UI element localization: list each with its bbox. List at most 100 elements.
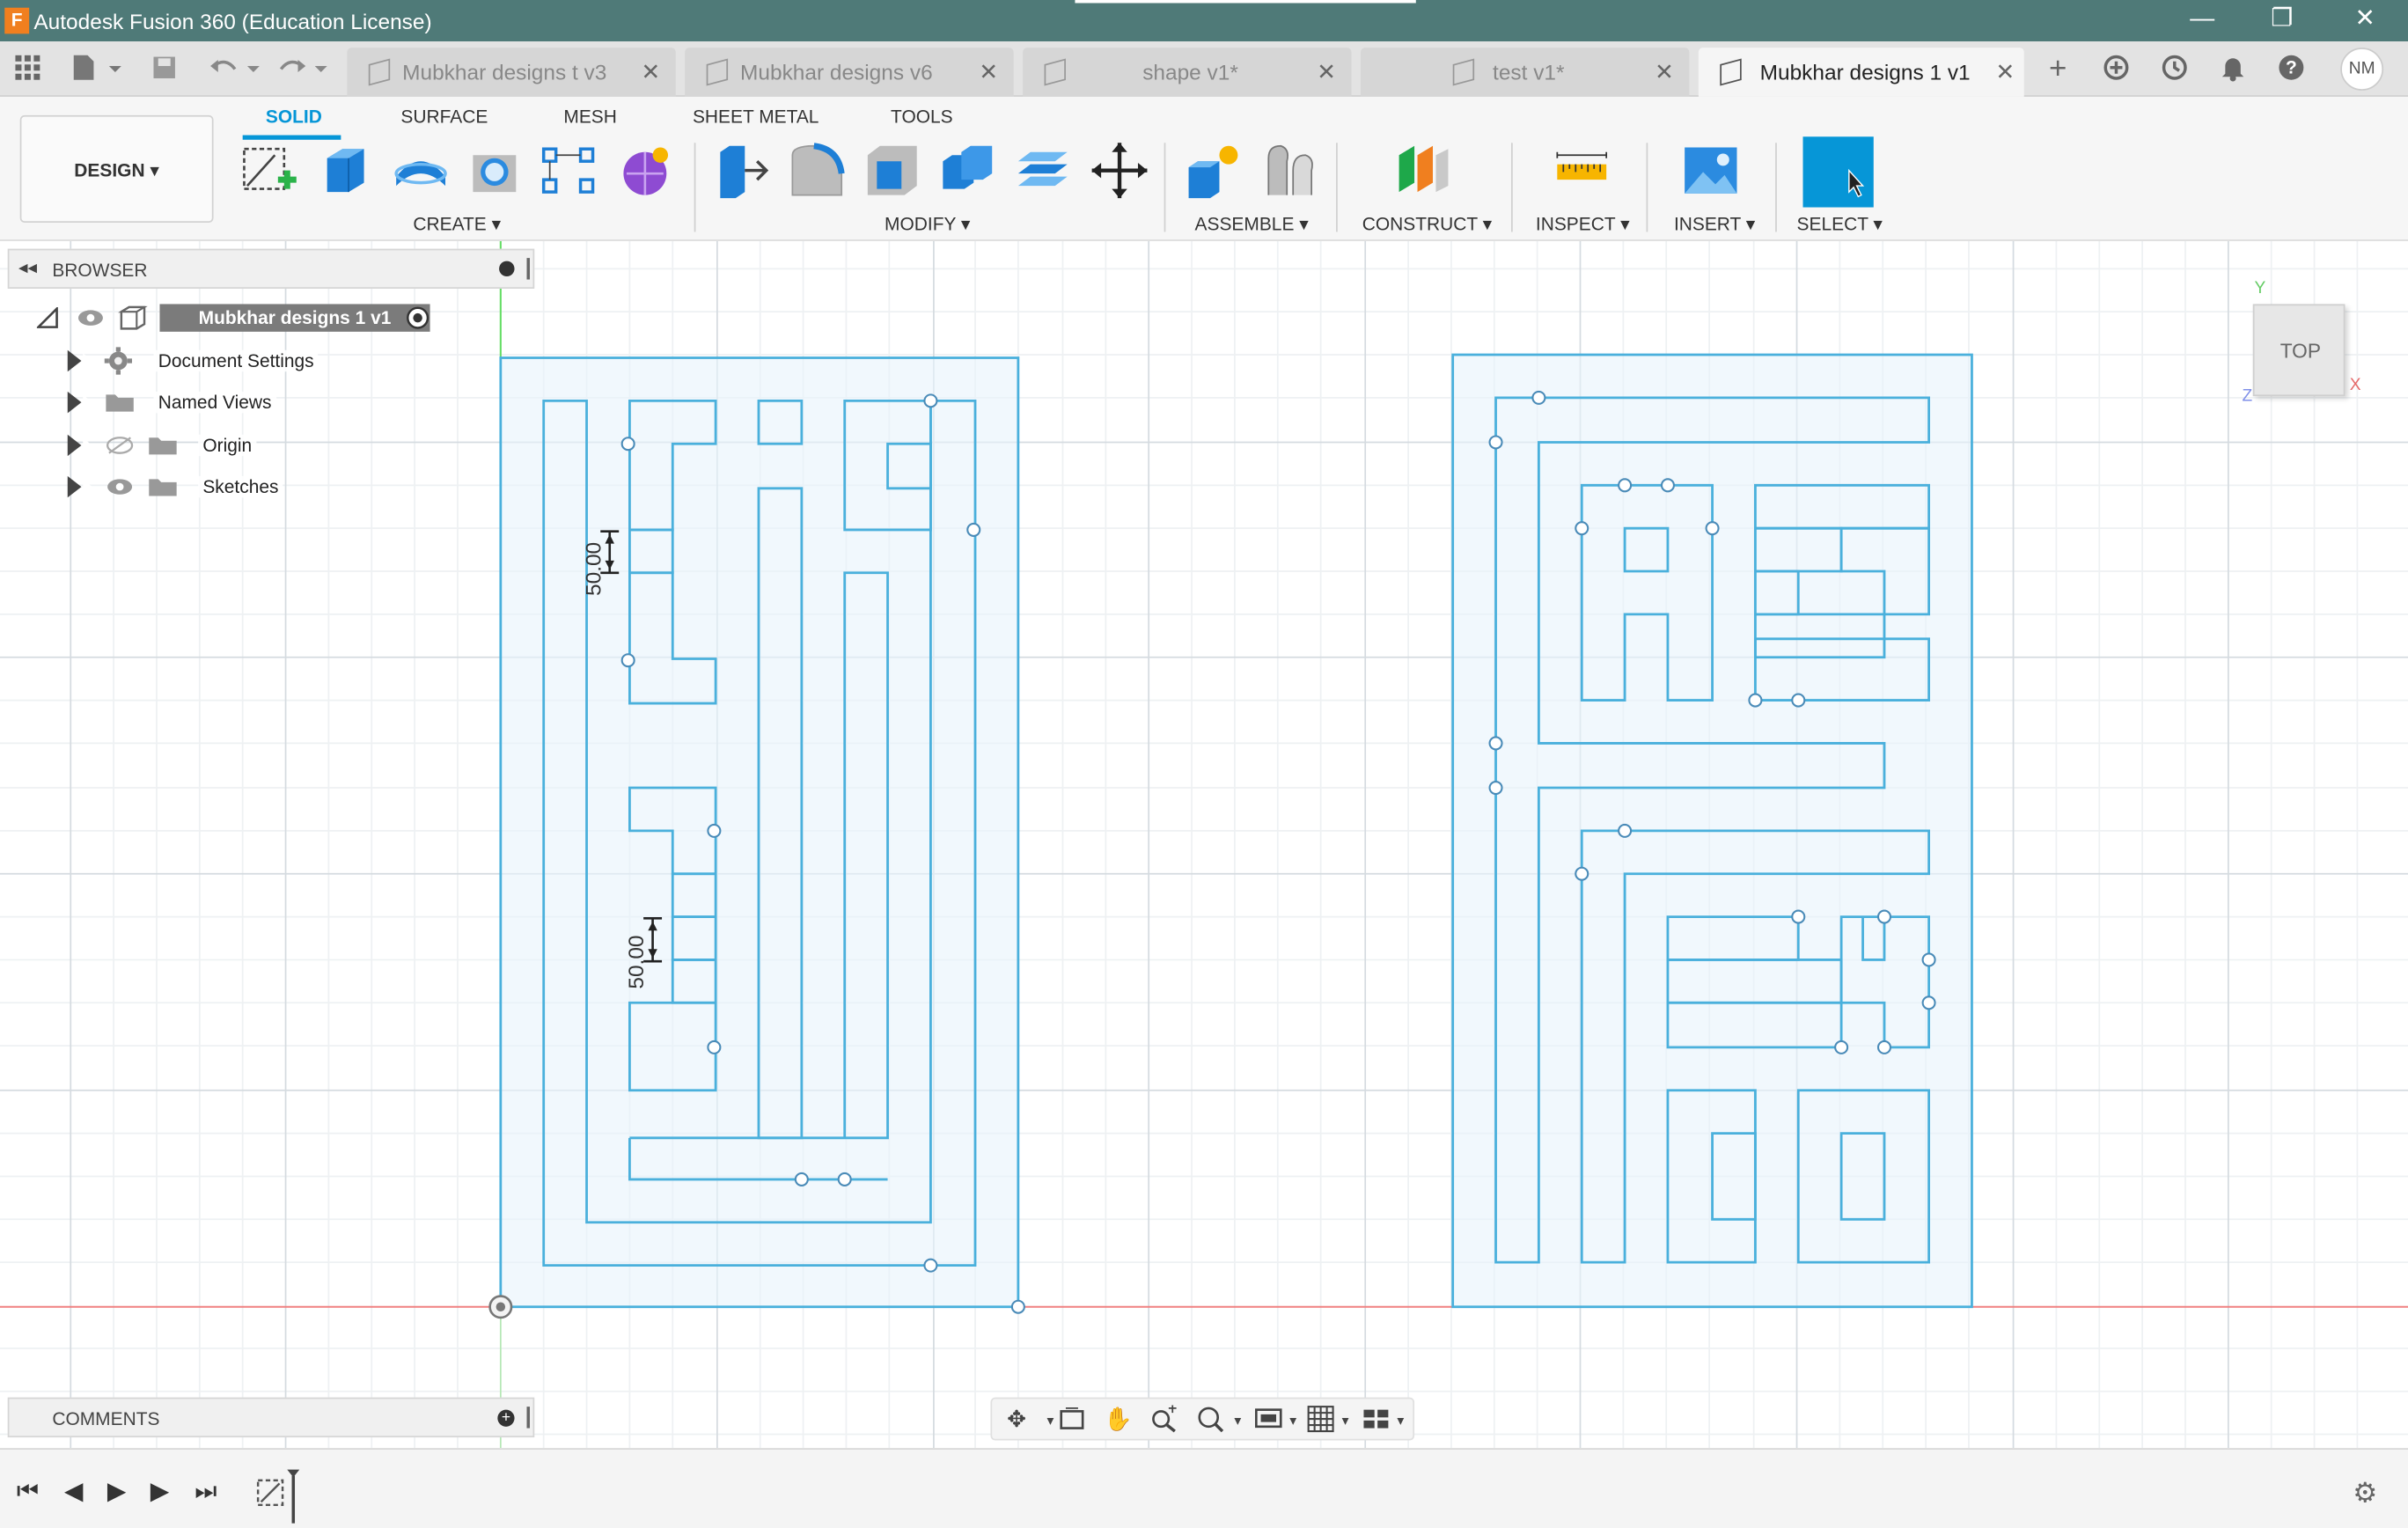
design-canvas[interactable]: 50.00 50.00 [0,240,2408,1449]
timeline-settings-gear-icon[interactable]: ⚙ [2353,1477,2377,1510]
browser-item-origin[interactable]: Origin [67,429,375,462]
help-icon[interactable]: ? [2276,54,2307,84]
tab-shape-v1[interactable]: shape v1* ✕ [1023,48,1352,97]
select-group-label[interactable]: SELECT ▾ [1797,214,1883,235]
insert-group-label[interactable]: INSERT ▾ [1674,214,1755,235]
play-icon[interactable]: ▶ [101,1477,132,1508]
expand-arrow-icon[interactable] [67,475,92,498]
sketch-timeline-feature-icon[interactable] [255,1468,305,1524]
minimize-panel-icon[interactable] [499,261,515,277]
offset-face-icon[interactable] [1012,140,1074,202]
hole-icon[interactable] [464,140,525,202]
close-tab-icon[interactable]: ✕ [979,58,998,86]
combine-icon[interactable] [936,140,998,202]
joint-icon[interactable] [1259,140,1321,202]
revolve-icon[interactable] [390,140,452,202]
tab-mubkhar-designs-v6[interactable]: Mubkhar designs v6 ✕ [685,48,1014,97]
extrude-icon[interactable] [315,140,377,202]
expand-arrow-icon[interactable] [67,391,92,414]
user-avatar[interactable]: NM [2340,48,2384,91]
tab-mesh[interactable]: MESH [563,106,616,127]
tab-tools[interactable]: TOOLS [891,106,953,127]
fillet-icon[interactable] [786,140,848,202]
browser-item-document-settings[interactable]: Document Settings [67,344,375,378]
panel-resize-handle[interactable] [526,1407,530,1429]
minimize-button[interactable]: — [2171,3,2233,36]
job-status-clock-icon[interactable] [2159,54,2190,84]
close-window-button[interactable]: ✕ [2334,3,2396,36]
modify-group-label[interactable]: MODIFY ▾ [885,214,970,235]
dimension-label-1[interactable]: 50.00 [582,542,606,596]
browser-item-label: Document Settings [153,349,319,372]
data-panel-grid-icon[interactable] [12,54,43,84]
orbit-icon[interactable]: ✥ [1002,1405,1032,1436]
browser-item-sketches[interactable]: Sketches [67,470,375,503]
notifications-bell-icon[interactable] [2218,54,2249,84]
close-tab-icon[interactable]: ✕ [1655,58,1674,86]
grid-dropdown-icon[interactable]: ▾ [1330,1405,1361,1436]
visibility-eye-icon[interactable] [105,476,136,497]
component-icon [1044,58,1066,86]
visibility-eye-icon[interactable] [77,307,104,328]
fit-zoom-icon[interactable] [1195,1405,1226,1436]
create-form-icon[interactable] [614,140,676,202]
tab-mubkhar-designs-1-v1[interactable]: Mubkhar designs 1 v1 ✕ [1698,48,2024,97]
create-sketch-icon[interactable] [238,140,299,202]
new-tab-plus-icon[interactable]: + [2043,54,2074,84]
redo-icon[interactable] [276,54,332,84]
browser-root-item[interactable]: Mubkhar designs 1 v1 [31,301,445,334]
close-tab-icon[interactable]: ✕ [641,58,660,86]
expand-triangle-icon[interactable] [36,306,58,328]
viewports-dropdown-icon[interactable]: ▾ [1385,1405,1416,1436]
measure-icon[interactable] [1551,140,1612,202]
viewcube-face-label[interactable]: TOP [2255,340,2347,363]
browser-item-named-views[interactable]: Named Views [67,386,375,419]
zoom-icon[interactable] [1149,1405,1179,1436]
workspace-switcher-button[interactable]: DESIGN ▾ [19,114,214,223]
shell-icon[interactable] [862,140,923,202]
expand-arrow-icon[interactable] [67,434,92,457]
step-back-icon[interactable]: ◀ [58,1477,89,1508]
tab-sheet-metal[interactable]: SHEET METAL [693,106,819,127]
group-divider [1775,143,1777,232]
pan-hand-icon[interactable]: ✋ [1103,1405,1134,1436]
inspect-group-label[interactable]: INSPECT ▾ [1536,214,1630,235]
right-sketch-profile [1451,353,1973,1309]
assemble-group-label[interactable]: ASSEMBLE ▾ [1195,214,1309,235]
component-icon [1452,58,1475,86]
look-at-icon[interactable] [1056,1405,1087,1436]
tab-mubkhar-designs-t-v3[interactable]: Mubkhar designs t v3 ✕ [347,48,676,97]
undo-icon[interactable] [206,54,261,84]
restore-button[interactable]: ❐ [2251,3,2313,36]
expand-arrow-icon[interactable] [67,349,92,372]
create-group-label[interactable]: CREATE ▾ [413,214,501,235]
dimension-label-2[interactable]: 50.00 [625,936,649,989]
close-tab-icon[interactable]: ✕ [1317,58,1336,86]
pattern-icon[interactable] [538,140,599,202]
panel-resize-handle[interactable] [526,258,530,280]
press-pull-icon[interactable] [711,140,773,202]
save-icon[interactable] [148,54,181,84]
file-menu-icon[interactable] [68,54,123,84]
activate-radio-icon[interactable] [406,305,430,330]
tab-solid[interactable]: SOLID [266,106,322,127]
extensions-icon[interactable] [2101,54,2132,84]
collapse-panel-icon[interactable]: ◂◂ [18,256,37,277]
step-forward-icon[interactable]: ▶ [144,1477,175,1508]
insert-image-icon[interactable] [1680,140,1742,202]
tab-surface[interactable]: SURFACE [400,106,488,127]
add-comment-icon[interactable]: + [497,1409,515,1427]
go-to-start-icon[interactable]: ⏮ [12,1477,43,1508]
move-copy-icon[interactable] [1089,140,1150,202]
tab-test-v1[interactable]: test v1* ✕ [1360,48,1690,97]
new-component-icon[interactable] [1183,140,1244,202]
zoom-dropdown-icon[interactable]: ▾ [1222,1405,1253,1436]
construct-group-label[interactable]: CONSTRUCT ▾ [1362,214,1492,235]
go-to-end-icon[interactable]: ⏭ [190,1477,221,1508]
display-dropdown-icon[interactable]: ▾ [1278,1405,1309,1436]
select-icon[interactable] [1802,136,1874,208]
viewcube[interactable]: TOP [2252,304,2347,397]
offset-plane-icon[interactable] [1393,140,1455,202]
close-tab-icon[interactable]: ✕ [1995,58,2015,86]
hidden-eye-icon[interactable] [105,435,136,456]
